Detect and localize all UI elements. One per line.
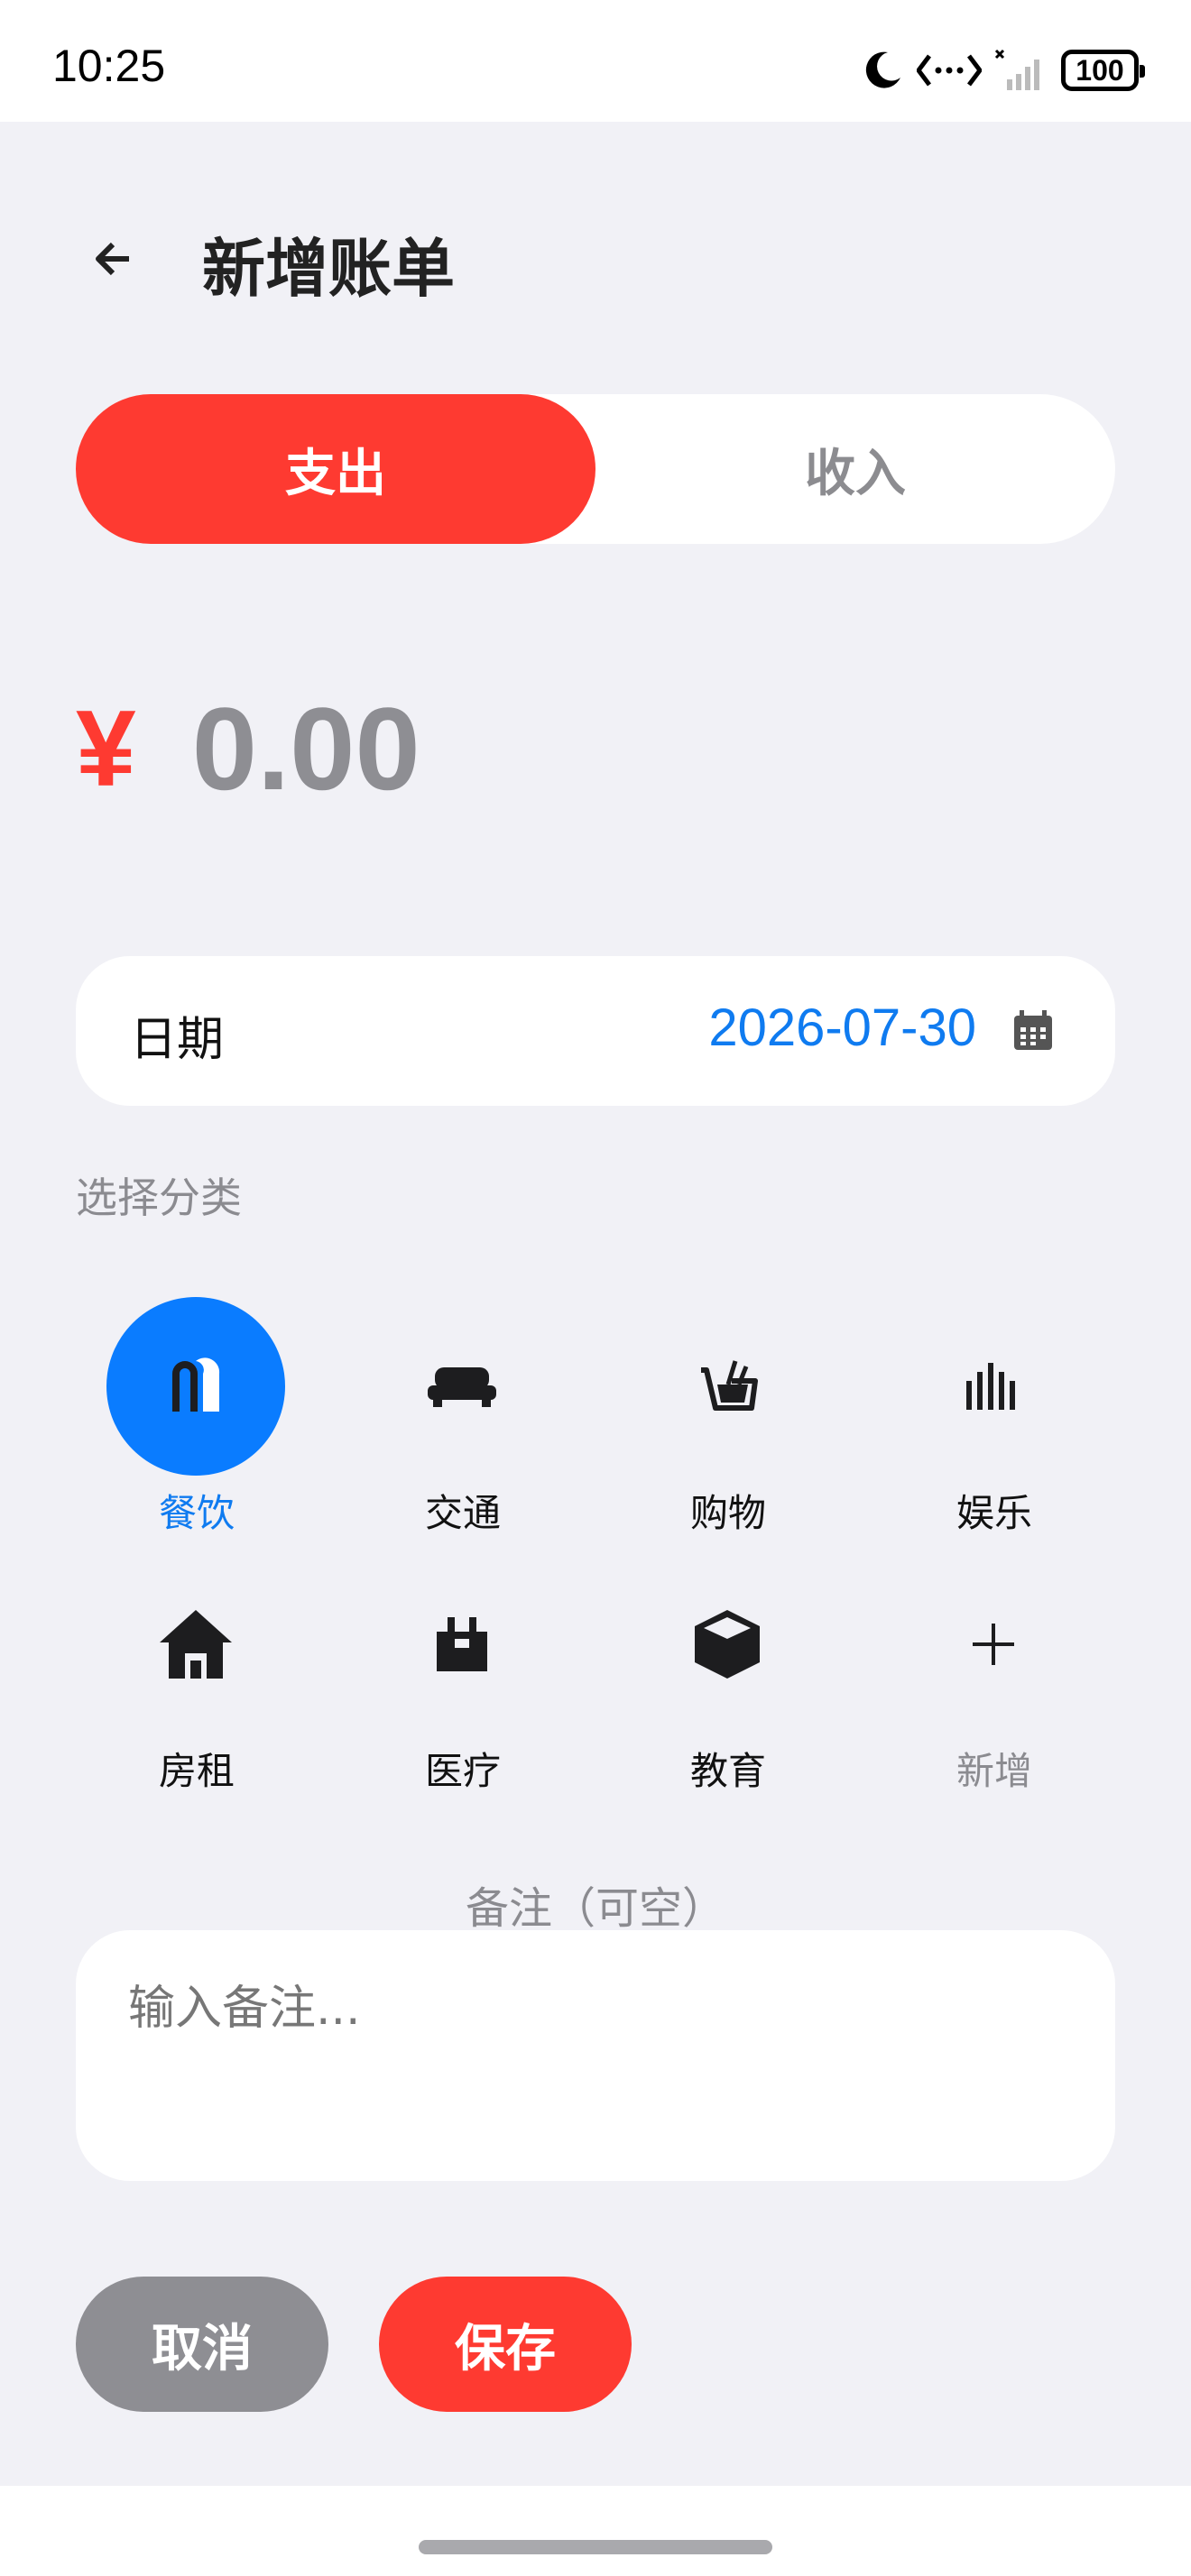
category-label: 娱乐 [956,1491,1032,1535]
category-label: 新增 [956,1749,1032,1793]
restaurant-icon [172,1357,220,1412]
currency-symbol: ¥ [76,688,136,809]
note-box[interactable] [76,1930,1115,2181]
signal-icon [994,49,1039,90]
date-label: 日期 [130,1013,225,1067]
category-item-transport[interactable]: 交通 [364,1297,562,1535]
category-label: 购物 [689,1491,766,1535]
cancel-button[interactable]: 取消 [76,2277,328,2412]
save-button[interactable]: 保存 [379,2277,632,2412]
moon-icon [865,51,900,88]
category-item-rent[interactable]: 房租 [97,1555,296,1793]
category-item-shopping[interactable]: 购物 [629,1297,827,1535]
category-item-dining[interactable]: 餐饮 [97,1297,296,1535]
status-bar: 10:25 100 [0,0,1191,122]
header: 新增账单 [0,198,1191,325]
tab-expense[interactable]: 支出 [76,394,596,544]
amount-value: 0.00 [191,683,420,814]
equalizer-icon [966,1363,1015,1410]
date-row[interactable]: 日期 2026-07-30 [76,956,1115,1106]
category-label: 房租 [158,1749,235,1793]
note-input[interactable] [126,1972,1068,2046]
page-title: 新增账单 [202,232,455,306]
tab-income[interactable]: 收入 [596,394,1115,544]
status-time: 10:25 [52,41,166,91]
back-button[interactable] [81,227,144,290]
category-item-medical[interactable]: 医疗 [364,1555,562,1793]
category-item-education[interactable]: 教育 [629,1555,827,1793]
status-icons: 100 [861,43,1145,97]
category-section-label: 选择分类 [76,1173,242,1222]
bottom-bar [0,2486,1191,2576]
category-label: 餐饮 [158,1491,235,1535]
battery-icon: 100 [1061,50,1145,91]
date-value[interactable]: 2026-07-30 [708,998,976,1058]
home-indicator[interactable] [419,2540,772,2554]
note-label: 备注（可空） [465,1883,725,1934]
category-label: 交通 [424,1491,501,1535]
cube-icon [695,1610,760,1679]
shopping-basket-icon [701,1360,758,1411]
car-icon [428,1367,496,1407]
category-label: 教育 [689,1749,766,1793]
type-toggle: 支出 收入 [76,394,1115,544]
plus-icon [973,1624,1014,1665]
category-label: 医疗 [424,1749,501,1793]
calendar-icon[interactable] [1011,1008,1056,1053]
medical-icon [437,1617,487,1671]
data-transfer-icon [917,54,982,87]
house-icon [160,1610,232,1679]
amount-display[interactable]: ¥ 0.00 [76,667,420,830]
back-arrow-icon [96,242,129,276]
category-item-entertainment[interactable]: 娱乐 [895,1297,1094,1535]
category-item-add[interactable]: 新增 [895,1555,1094,1793]
